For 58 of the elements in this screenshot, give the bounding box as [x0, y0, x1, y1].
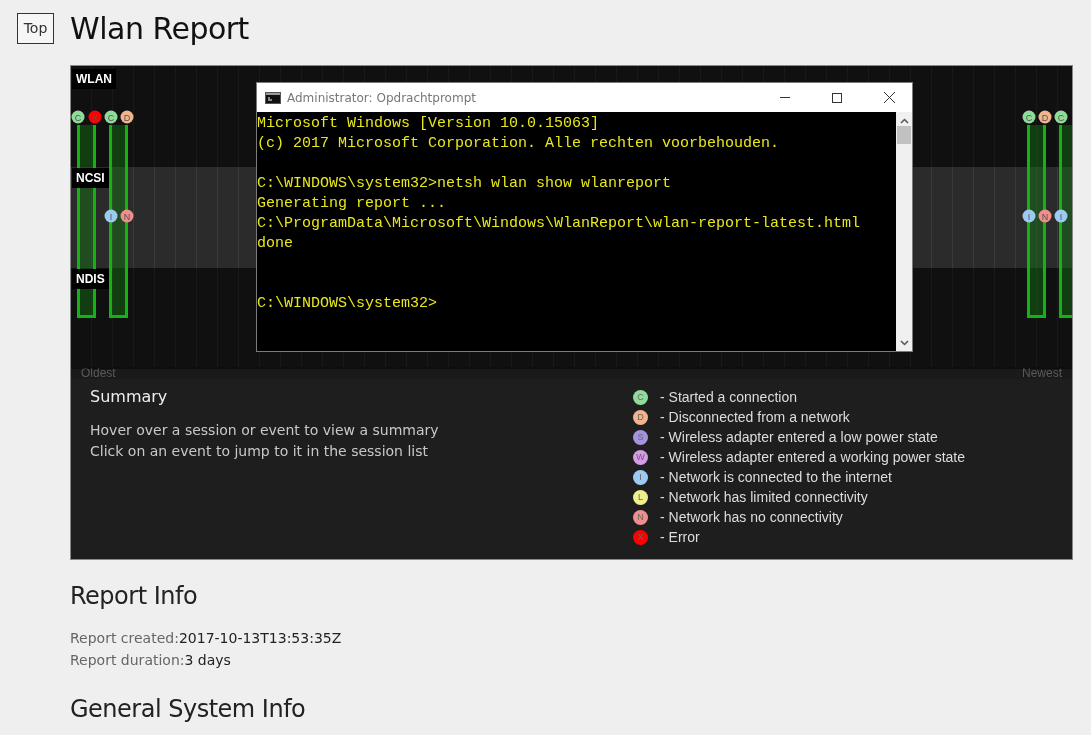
- event-marker[interactable]: N: [120, 209, 134, 223]
- legend-marker: N: [633, 509, 648, 525]
- event-marker[interactable]: C: [1054, 110, 1068, 124]
- band-label: NCSI: [72, 168, 109, 188]
- legend-text: - Started a connection: [660, 389, 797, 405]
- legend-marker: S: [633, 429, 648, 445]
- console-line: C:\WINDOWS\system32>: [257, 294, 439, 314]
- maximize-icon[interactable]: [832, 92, 842, 103]
- console-line: (c) 2017 Microsoft Corporation. Alle rechten voorbehouden.: [257, 134, 781, 154]
- scroll-down-icon[interactable]: [899, 340, 909, 346]
- scroll-bar[interactable]: [896, 112, 912, 351]
- info-value: 2017-10-13T13:53:35Z: [178, 630, 342, 646]
- console-line: Microsoft Windows [Version 10.0.15063]: [257, 114, 601, 134]
- legend-text: - Network is connected to the internet: [660, 469, 892, 485]
- legend-marker: L: [633, 489, 648, 505]
- oldest-label: Oldest: [81, 367, 116, 379]
- summary-text: Click on an event to jump to it in the session list: [90, 442, 429, 461]
- legend-marker: D: [633, 409, 648, 425]
- band-label: WLAN: [72, 69, 116, 89]
- info-label: Report created:: [70, 630, 179, 646]
- band-label: NDIS: [72, 269, 109, 289]
- legend-text: - Network has no connectivity: [660, 509, 843, 525]
- close-icon[interactable]: [883, 92, 895, 103]
- event-marker[interactable]: C: [1022, 110, 1036, 124]
- scroll-up-icon[interactable]: [899, 118, 909, 124]
- console-line: C:\WINDOWS\system32>netsh wlan show wlanreport: [257, 174, 673, 194]
- info-value: 3 days: [184, 652, 231, 668]
- section-heading: Report Info: [70, 582, 199, 610]
- legend-text: - Wireless adapter entered a low power state: [660, 429, 938, 445]
- console-line: done: [257, 234, 294, 254]
- event-marker[interactable]: C: [104, 110, 118, 124]
- console-line: Generating report ...: [257, 194, 448, 214]
- legend-marker: W: [633, 449, 648, 465]
- section-heading: General System Info: [70, 695, 307, 723]
- top-button[interactable]: Top: [17, 12, 54, 44]
- console-line: C:\ProgramData\Microsoft\Windows\WlanReport\wlan-report-latest.html: [257, 214, 862, 234]
- event-marker[interactable]: I: [1054, 209, 1068, 223]
- legend-marker: X: [633, 529, 648, 545]
- event-marker[interactable]: I: [104, 209, 118, 223]
- info-label: Report duration:: [70, 652, 185, 668]
- event-marker[interactable]: N: [1038, 209, 1052, 223]
- event-marker[interactable]: C: [71, 110, 85, 124]
- legend-text: - Error: [660, 529, 700, 545]
- page-title: Wlan Report: [70, 10, 249, 46]
- summary-text: Hover over a session or event to view a summary: [90, 421, 440, 440]
- event-marker[interactable]: D: [120, 110, 134, 124]
- legend-text: - Wireless adapter entered a working power state: [660, 449, 966, 465]
- event-marker[interactable]: D: [1038, 110, 1052, 124]
- legend-marker: I: [633, 469, 648, 485]
- summary-heading: Summary: [90, 387, 169, 406]
- legend-marker: C: [633, 389, 648, 405]
- legend-text: - Disconnected from a network: [660, 409, 850, 425]
- event-marker[interactable]: I: [1022, 209, 1036, 223]
- legend-text: - Network has limited connectivity: [660, 489, 868, 505]
- console-icon: [265, 91, 281, 104]
- newest-label: Newest: [1022, 367, 1062, 379]
- scroll-thumb[interactable]: [897, 126, 911, 144]
- console-title: Administrator: Opdrachtprompt: [287, 90, 477, 105]
